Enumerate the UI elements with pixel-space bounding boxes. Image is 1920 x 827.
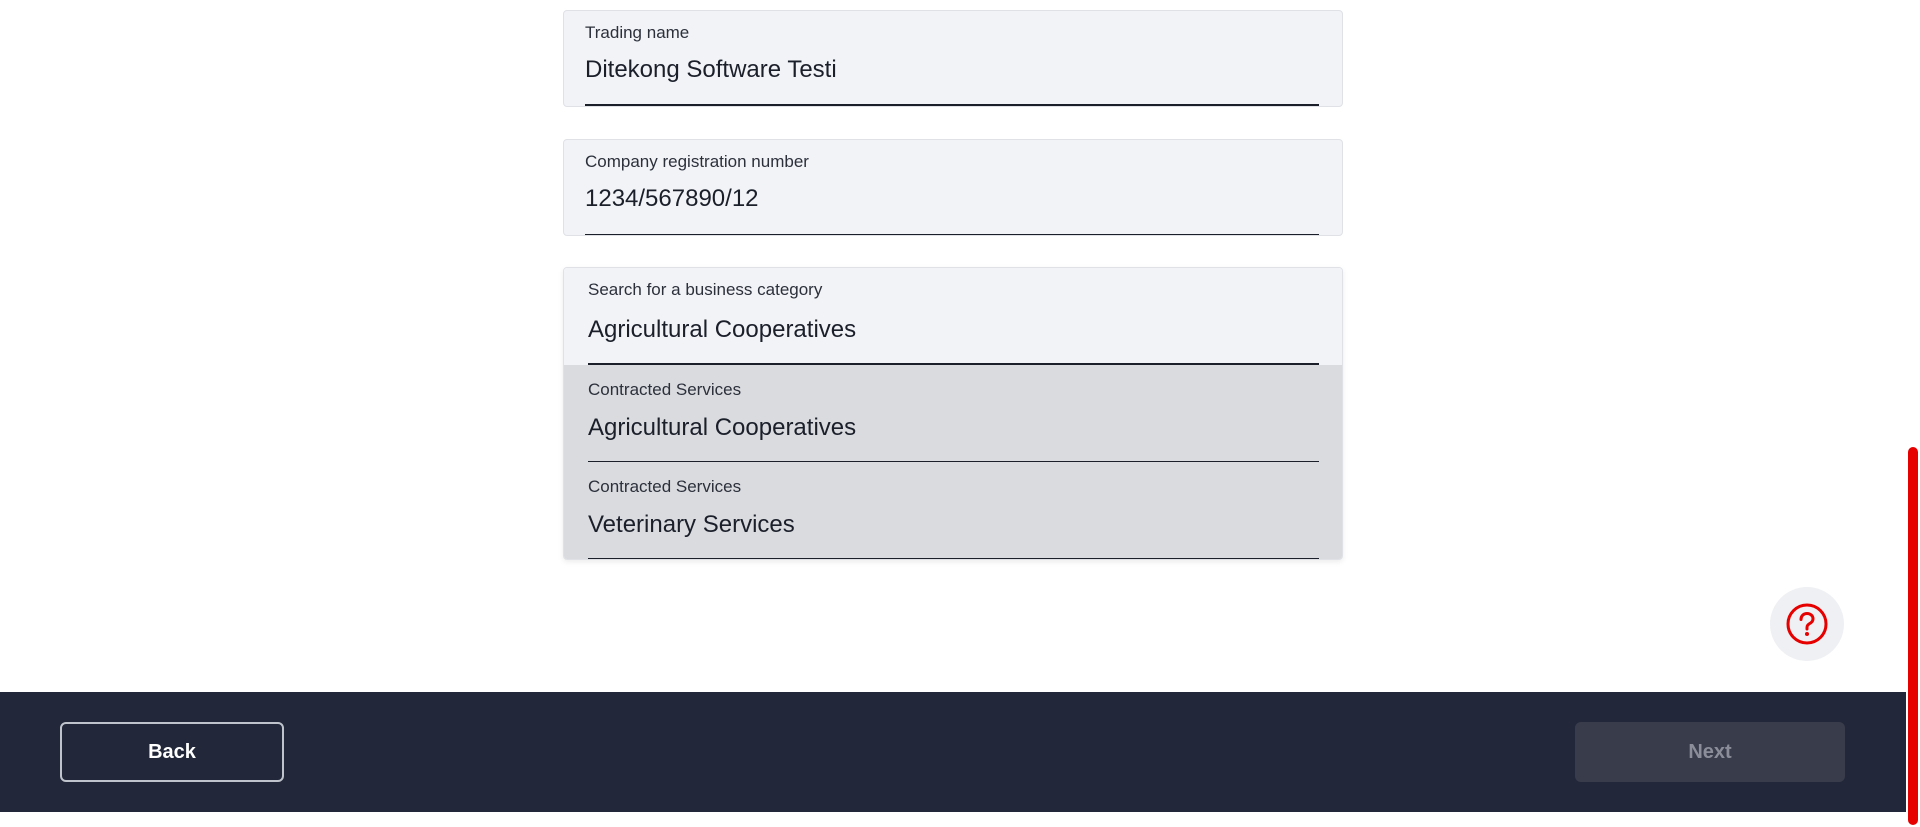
help-button[interactable]: [1770, 587, 1844, 661]
question-circle-icon: [1786, 603, 1828, 645]
footer-bar: Back Next: [0, 692, 1908, 812]
business-category-search-field[interactable]: Search for a business category Agricultu…: [564, 268, 1342, 365]
category-option-veterinary-services[interactable]: Contracted Services Veterinary Services: [564, 462, 1342, 559]
field-underline: [585, 234, 1319, 235]
option-group-label: Contracted Services: [588, 477, 742, 496]
business-category-search-label: Search for a business category: [588, 280, 823, 299]
option-divider: [588, 558, 1319, 559]
registration-number-field[interactable]: Company registration number 1234/567890/…: [563, 139, 1343, 236]
business-category-search-input[interactable]: Agricultural Cooperatives: [588, 316, 856, 344]
option-group-label: Contracted Services: [588, 380, 742, 399]
field-underline: [585, 104, 1319, 106]
business-category-combobox: Search for a business category Agricultu…: [563, 267, 1343, 560]
trading-name-label: Trading name: [585, 23, 690, 42]
trading-name-field[interactable]: Trading name Ditekong Software Testi: [563, 10, 1343, 107]
page: Trading name Ditekong Software Testi Com…: [0, 0, 1920, 827]
option-name: Agricultural Cooperatives: [588, 414, 857, 441]
category-option-agricultural-cooperatives[interactable]: Contracted Services Agricultural Coopera…: [564, 365, 1342, 462]
scrollbar-thumb[interactable]: [1908, 447, 1918, 825]
back-button[interactable]: Back: [60, 722, 284, 782]
option-name: Veterinary Services: [588, 511, 795, 538]
trading-name-input[interactable]: Ditekong Software Testi: [585, 56, 837, 84]
registration-number-label: Company registration number: [585, 152, 809, 171]
next-button[interactable]: Next: [1575, 722, 1845, 782]
registration-number-input[interactable]: 1234/567890/12: [585, 185, 759, 213]
